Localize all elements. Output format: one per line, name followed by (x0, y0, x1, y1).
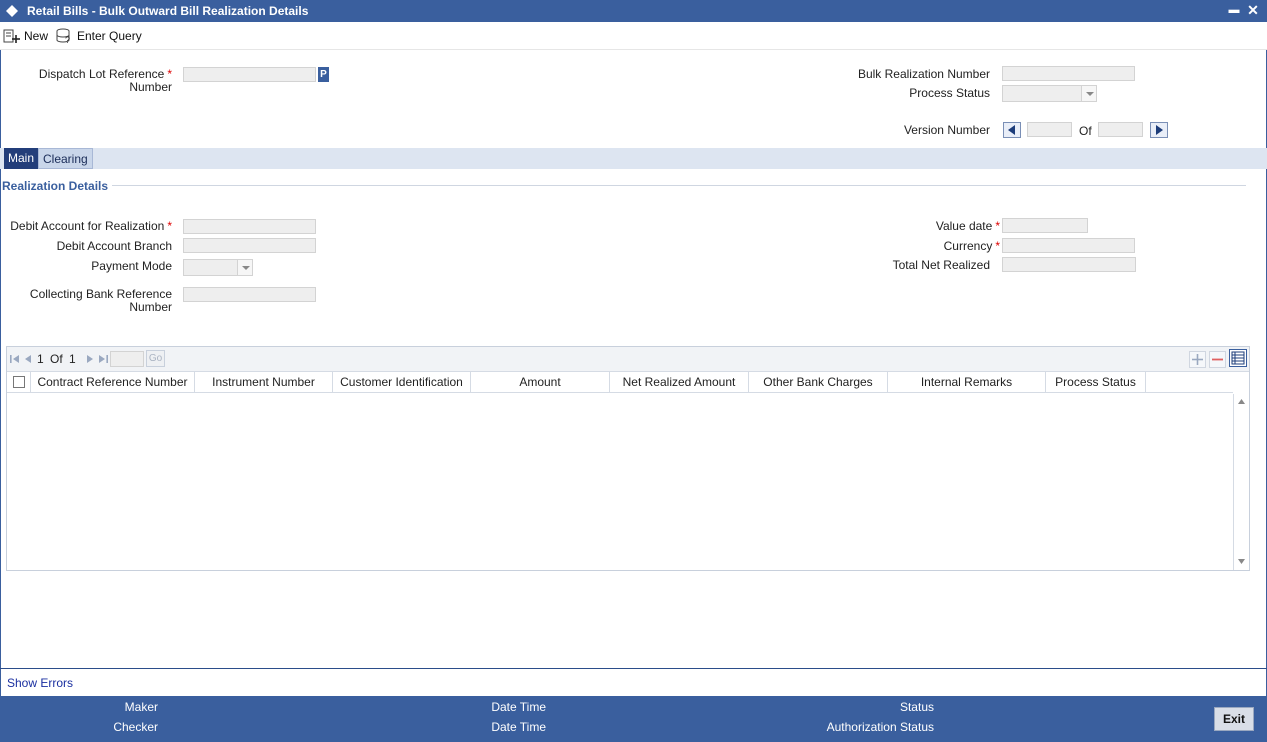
grid-scrollbar[interactable] (1233, 394, 1249, 570)
close-icon[interactable]: ✕ (1245, 2, 1261, 18)
dispatch-lot-input[interactable] (183, 67, 316, 82)
checker-label: Checker (113, 720, 158, 734)
add-row-button[interactable] (1189, 351, 1206, 368)
minus-icon (1212, 358, 1223, 361)
value-date-label: Value date * (935, 219, 1000, 233)
process-status-label: Process Status (909, 86, 990, 100)
footer-divider (0, 668, 1267, 669)
version-next-button[interactable] (1150, 122, 1168, 138)
single-view-button[interactable] (1229, 349, 1247, 367)
debit-branch-label: Debit Account Branch (56, 239, 172, 253)
version-prev-button[interactable] (1003, 122, 1021, 138)
collecting-ref-label: Collecting Bank Reference Number (29, 287, 172, 314)
exit-button[interactable]: Exit (1214, 707, 1254, 731)
grid-page-of: Of (50, 352, 63, 366)
status-label: Status (899, 700, 934, 714)
tab-bar: Main Clearing (0, 148, 1267, 169)
authorization-status-label: Authorization Status (826, 720, 934, 734)
value-date-input[interactable] (1002, 218, 1088, 233)
new-doc-icon (3, 29, 20, 43)
tab-clearing[interactable]: Clearing (38, 148, 93, 169)
debit-account-label: Debit Account for Realization * (10, 219, 172, 233)
grid-page-input[interactable] (110, 351, 144, 367)
checker-date-time-label: Date Time (491, 720, 546, 734)
list-view-icon (1231, 351, 1245, 365)
col-contract-ref[interactable]: Contract Reference Number (31, 372, 195, 393)
new-button[interactable]: New (3, 27, 48, 45)
debit-account-input[interactable] (183, 219, 316, 234)
next-page-icon[interactable] (85, 353, 95, 365)
version-number-label: Version Number (903, 123, 990, 137)
delete-row-button[interactable] (1209, 351, 1226, 368)
version-current-input[interactable] (1027, 122, 1072, 137)
col-instrument-number[interactable]: Instrument Number (195, 372, 333, 393)
debit-branch-input[interactable] (183, 238, 316, 253)
last-page-icon[interactable] (97, 353, 109, 365)
process-status-select[interactable] (1002, 85, 1097, 102)
svg-text:?: ? (65, 35, 70, 44)
currency-label: Currency * (943, 239, 1000, 253)
grid-navigation: 1 Of 1 Go (7, 347, 1249, 372)
total-net-label: Total Net Realized (892, 258, 990, 272)
scroll-up-icon[interactable] (1237, 398, 1246, 405)
grid-page-total: 1 (69, 352, 76, 366)
new-label: New (24, 29, 49, 43)
window-border-left (0, 22, 1, 696)
toolbar: New ? Enter Query (0, 22, 1267, 50)
select-all-cell (7, 372, 31, 393)
required-marker: * (167, 219, 172, 233)
tab-main[interactable]: Main (4, 148, 39, 169)
enter-query-label: Enter Query (77, 29, 142, 43)
enter-query-button[interactable]: ? Enter Query (56, 27, 142, 45)
grid-page-current: 1 (37, 352, 44, 366)
plus-icon (1192, 354, 1203, 365)
required-marker: * (995, 239, 1000, 253)
audit-footer: Maker Checker Date Time Date Time Status… (0, 696, 1267, 742)
dispatch-lot-label: Dispatch Lot Reference * Number (38, 67, 172, 94)
grid-header-row: Contract Reference Number Instrument Num… (7, 372, 1233, 393)
contracts-grid: 1 Of 1 Go Contract Reference Number Inst… (6, 346, 1250, 571)
col-internal-remarks[interactable]: Internal Remarks (888, 372, 1046, 393)
app-logo-icon (6, 5, 18, 17)
show-errors-link[interactable]: Show Errors (7, 676, 73, 690)
triangle-left-icon (1008, 125, 1015, 135)
chevron-down-icon (1081, 86, 1096, 101)
dispatch-lot-pick-button[interactable]: P (318, 67, 329, 82)
first-page-icon[interactable] (9, 353, 21, 365)
prev-page-icon[interactable] (23, 353, 33, 365)
version-of-label: Of (1079, 124, 1092, 138)
bulk-realization-label: Bulk Realization Number (857, 67, 990, 81)
query-icon: ? (56, 28, 70, 44)
currency-input[interactable] (1002, 238, 1135, 253)
collecting-ref-input[interactable] (183, 287, 316, 302)
version-total-input (1098, 122, 1143, 137)
payment-mode-label: Payment Mode (91, 259, 172, 273)
col-amount[interactable]: Amount (471, 372, 610, 393)
maker-date-time-label: Date Time (491, 700, 546, 714)
required-marker: * (167, 67, 172, 81)
section-divider (112, 185, 1246, 186)
total-net-input (1002, 257, 1136, 272)
grid-go-button[interactable]: Go (146, 350, 165, 367)
scroll-down-icon[interactable] (1237, 558, 1246, 565)
col-net-realized[interactable]: Net Realized Amount (610, 372, 749, 393)
chevron-down-icon (237, 260, 252, 275)
maker-label: Maker (124, 700, 158, 714)
col-process-status[interactable]: Process Status (1046, 372, 1146, 393)
realization-section-title: Realization Details (2, 179, 109, 193)
window-titlebar: Retail Bills - Bulk Outward Bill Realiza… (0, 0, 1267, 22)
bulk-realization-input[interactable] (1002, 66, 1135, 81)
window-title: Retail Bills - Bulk Outward Bill Realiza… (27, 4, 309, 18)
payment-mode-select[interactable] (183, 259, 253, 276)
col-other-bank-charges[interactable]: Other Bank Charges (749, 372, 888, 393)
select-all-checkbox[interactable] (12, 376, 25, 388)
col-customer-id[interactable]: Customer Identification (333, 372, 471, 393)
required-marker: * (995, 219, 1000, 233)
triangle-right-icon (1156, 125, 1163, 135)
minimize-icon[interactable]: ▬ (1226, 2, 1242, 18)
